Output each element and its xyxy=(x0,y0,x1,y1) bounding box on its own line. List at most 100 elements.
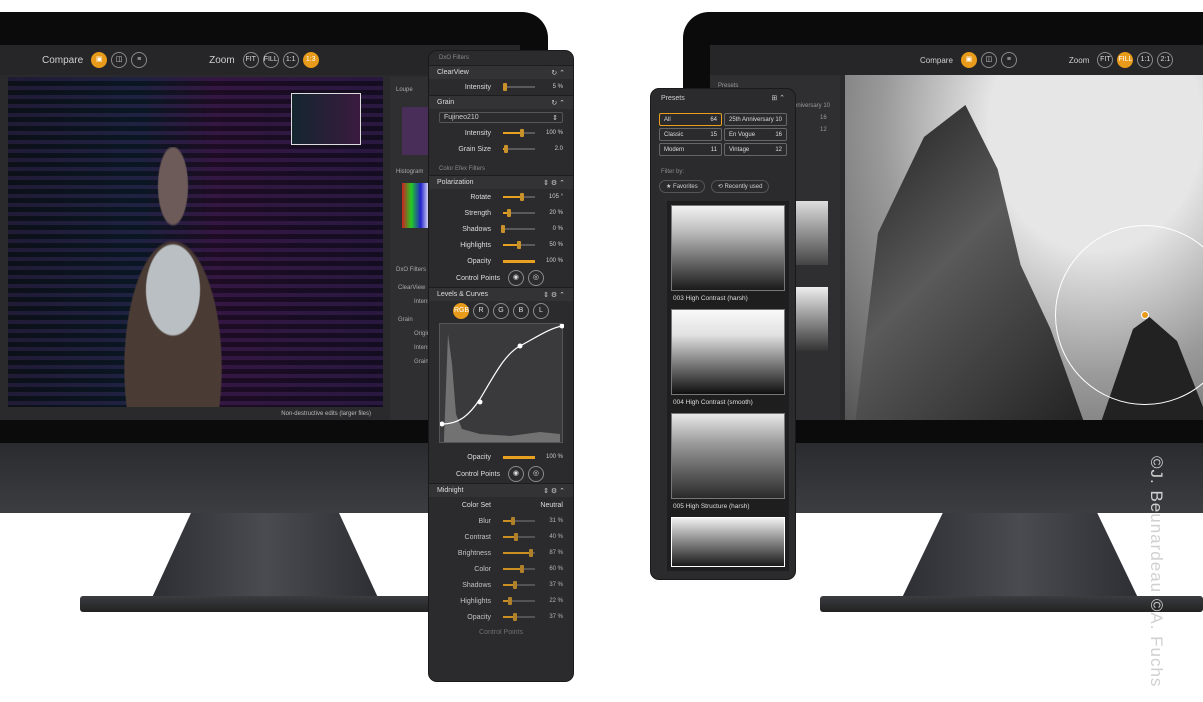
midnight-row[interactable]: Highlights 22 % xyxy=(429,593,573,609)
value-slider[interactable] xyxy=(503,613,535,621)
section-controls-icon[interactable]: ⇕ ⚙ ⌃ xyxy=(543,487,565,495)
add-control-point-icon[interactable]: ◉ xyxy=(507,270,524,286)
midnight-row[interactable]: Blur 31 % xyxy=(429,513,573,529)
zoom-2-1-button[interactable]: 2:1 xyxy=(1157,52,1174,68)
value-slider[interactable] xyxy=(503,549,535,557)
add-control-point-icon[interactable]: ◉ xyxy=(507,466,524,482)
levels-opacity-row[interactable]: Opacity 100 % xyxy=(429,449,573,465)
clearview-section[interactable]: ClearView ↻ ⌃ xyxy=(429,65,573,79)
channel-button[interactable]: B xyxy=(513,303,529,319)
color-set-select[interactable]: Neutral xyxy=(540,502,563,509)
grain-size-slider[interactable] xyxy=(503,145,535,153)
preset-category[interactable]: 25th Anniversary 10 xyxy=(724,113,787,126)
color-set-row[interactable]: Color Set Neutral xyxy=(429,497,573,513)
preset-thumb[interactable] xyxy=(671,309,785,395)
compare-list-button[interactable]: ≡ xyxy=(1000,52,1017,68)
polarization-row[interactable]: Rotate 105 ° xyxy=(429,189,573,205)
zoom-fill-button[interactable]: FILL xyxy=(262,52,279,68)
slider-knob[interactable] xyxy=(508,597,513,605)
value-slider[interactable] xyxy=(503,533,535,541)
zoom-fit-button[interactable]: FIT xyxy=(1097,52,1114,68)
value-slider[interactable] xyxy=(503,565,535,573)
polarization-section[interactable]: Polarization ⇕ ⚙ ⌃ xyxy=(429,175,573,189)
value-slider[interactable] xyxy=(503,193,535,201)
grain-section[interactable]: Grain ↻ ⌃ xyxy=(429,95,573,109)
preset-category[interactable]: Vintage 12 xyxy=(724,143,787,156)
slider-knob[interactable] xyxy=(517,241,521,249)
compare-side-button[interactable]: ◫ xyxy=(980,52,997,68)
channel-button[interactable]: G xyxy=(493,303,509,319)
control-point-handle[interactable] xyxy=(1141,311,1149,319)
midnight-row[interactable]: Contrast 40 % xyxy=(429,529,573,545)
value-slider[interactable] xyxy=(503,241,535,249)
grid-toggle-icon[interactable]: ⊞ ⌃ xyxy=(771,94,785,102)
polarization-row[interactable]: Highlights 50 % xyxy=(429,237,573,253)
midnight-row[interactable]: Shadows 37 % xyxy=(429,577,573,593)
midnight-row[interactable]: Opacity 37 % xyxy=(429,609,573,625)
value-slider[interactable] xyxy=(503,209,535,217)
opacity-slider[interactable] xyxy=(503,455,535,459)
slider-knob[interactable] xyxy=(528,549,533,557)
slider-knob[interactable] xyxy=(501,225,505,233)
midnight-row[interactable]: Color 60 % xyxy=(429,561,573,577)
slider-knob[interactable] xyxy=(520,565,525,573)
compare-split-button[interactable]: ▣ xyxy=(91,52,108,68)
channel-button[interactable]: R xyxy=(473,303,489,319)
zoom-fill-button[interactable]: FILL xyxy=(1117,52,1134,68)
value-slider[interactable] xyxy=(501,225,535,233)
value-slider[interactable] xyxy=(503,517,535,525)
channel-button[interactable]: RGB xyxy=(453,303,469,319)
section-controls-icon[interactable]: ⇕ ⚙ ⌃ xyxy=(543,179,565,187)
slider-knob[interactable] xyxy=(512,581,517,589)
curves-graph[interactable] xyxy=(439,323,565,443)
preset-category[interactable]: Classic 15 xyxy=(659,128,722,141)
levels-curves-section[interactable]: Levels & Curves ⇕ ⚙ ⌃ xyxy=(429,287,573,301)
polarization-row[interactable]: Shadows 0 % xyxy=(429,221,573,237)
grain-intensity-row[interactable]: Intensity 100 % xyxy=(429,125,573,141)
left-panel-item[interactable]: ClearView xyxy=(398,285,425,291)
preset-category[interactable]: En Vogue 16 xyxy=(724,128,787,141)
zoom-1-1-button[interactable]: 1:1 xyxy=(1137,52,1154,68)
left-panel-item[interactable]: Grain xyxy=(398,317,413,323)
compare-side-button[interactable]: ◫ xyxy=(111,52,128,68)
compare-list-button[interactable]: ≡ xyxy=(131,52,148,68)
compare-split-button[interactable]: ▣ xyxy=(960,52,977,68)
section-controls-icon[interactable]: ⇕ ⚙ ⌃ xyxy=(543,291,565,299)
intensity-slider[interactable] xyxy=(503,129,535,137)
zoom-1-3-button[interactable]: 1:3 xyxy=(302,52,319,68)
control-point-circle[interactable] xyxy=(1055,225,1203,405)
value-slider[interactable] xyxy=(503,597,535,605)
value-slider[interactable] xyxy=(503,581,535,589)
slider-knob[interactable] xyxy=(504,145,509,153)
preset-category[interactable]: Modern 11 xyxy=(659,143,722,156)
thumbnail-preview[interactable] xyxy=(291,93,361,145)
favorites-chip[interactable]: ★ Favorites xyxy=(659,180,705,193)
film-select[interactable]: Fujineo210 ⇕ xyxy=(439,111,563,123)
opacity-slider[interactable] xyxy=(503,259,535,263)
reset-icon[interactable]: ↻ ⌃ xyxy=(551,69,565,77)
zoom-fit-button[interactable]: FIT xyxy=(242,52,259,68)
slider-knob[interactable] xyxy=(507,209,512,217)
reset-icon[interactable]: ↻ ⌃ xyxy=(551,99,565,107)
slider-knob[interactable] xyxy=(502,83,507,91)
slider-knob[interactable] xyxy=(513,533,518,541)
slider-knob[interactable] xyxy=(520,129,525,137)
channel-button[interactable]: L xyxy=(533,303,549,319)
slider-knob[interactable] xyxy=(520,193,525,201)
midnight-row[interactable]: Brightness 87 % xyxy=(429,545,573,561)
control-point-options-icon[interactable]: ◎ xyxy=(527,270,544,286)
clearview-intensity-row[interactable]: Intensity 5 % xyxy=(429,79,573,95)
grain-film-row[interactable]: Fujineo210 ⇕ xyxy=(429,109,573,125)
preset-thumb[interactable] xyxy=(671,517,785,567)
preset-thumb[interactable] xyxy=(671,413,785,499)
polarization-opacity-row[interactable]: Opacity 100 % xyxy=(429,253,573,269)
grain-size-row[interactable]: Grain Size 2.0 xyxy=(429,141,573,157)
preset-category[interactable]: All 64 xyxy=(659,113,722,126)
preset-thumb[interactable] xyxy=(671,205,785,291)
recent-chip[interactable]: ⟲ Recently used xyxy=(710,180,770,193)
intensity-slider[interactable] xyxy=(502,83,535,91)
midnight-section[interactable]: Midnight ⇕ ⚙ ⌃ xyxy=(429,483,573,497)
slider-knob[interactable] xyxy=(512,613,517,621)
control-point-options-icon[interactable]: ◎ xyxy=(527,466,544,482)
zoom-1-1-button[interactable]: 1:1 xyxy=(282,52,299,68)
